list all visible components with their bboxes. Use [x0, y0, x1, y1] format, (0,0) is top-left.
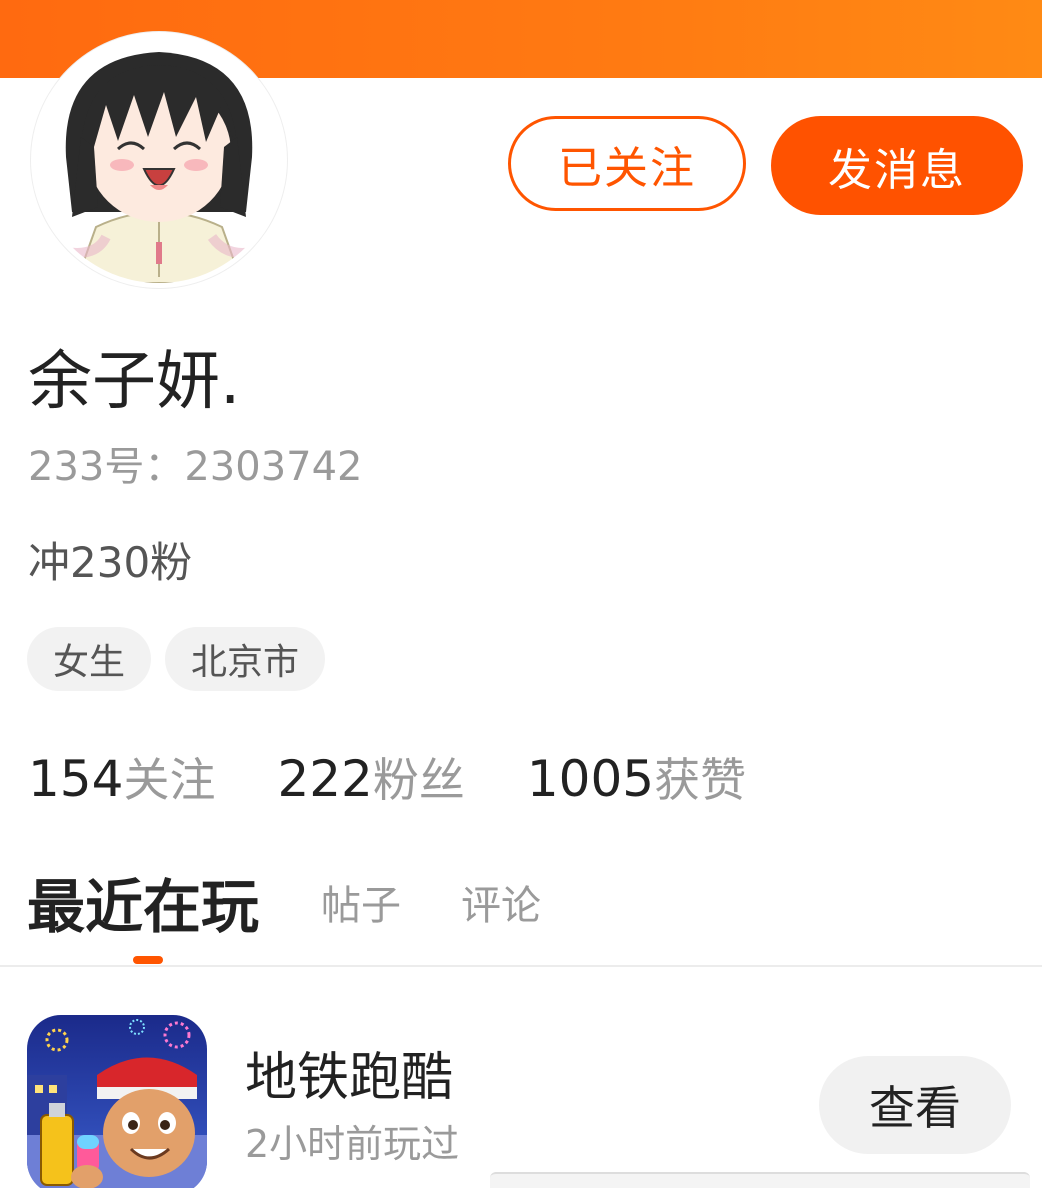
- username: 余子妍.: [28, 345, 241, 419]
- stat-following-label: 关注: [123, 753, 216, 807]
- stat-followers-label: 粉丝: [372, 753, 465, 807]
- stat-likes-label: 获赞: [654, 753, 747, 807]
- followed-button[interactable]: 已关注: [508, 116, 746, 211]
- view-game-button[interactable]: 查看: [819, 1056, 1011, 1154]
- stat-likes-count: 1005: [526, 750, 655, 808]
- game-name: 地铁跑酷: [245, 1048, 454, 1108]
- list-item[interactable]: 地铁跑酷 2小时前玩过 查看: [0, 1000, 1042, 1188]
- stat-likes[interactable]: 1005 获赞: [527, 744, 746, 810]
- profile-stats: 154 关注 222 粉丝 1005 获赞: [28, 744, 746, 810]
- profile-page: 已关注 发消息 余子妍. 233号：2303742 冲230粉 女生 北京市 1…: [0, 0, 1042, 1188]
- stat-followers[interactable]: 222 粉丝: [277, 744, 464, 810]
- user-id: 233号：2303742: [28, 444, 363, 490]
- profile-tabs: 最近在玩 帖子 评论: [27, 862, 601, 942]
- game-last-played: 2小时前玩过: [245, 1122, 460, 1166]
- tag-gender: 女生: [27, 627, 152, 691]
- tab-posts[interactable]: 帖子: [321, 873, 401, 931]
- stat-following-count: 154: [28, 750, 124, 808]
- tabs-divider: [0, 965, 1042, 967]
- bio: 冲230粉: [28, 538, 193, 587]
- send-message-button[interactable]: 发消息: [771, 116, 1023, 215]
- avatar[interactable]: [31, 32, 287, 288]
- stat-followers-count: 222: [277, 750, 373, 808]
- active-tab-indicator: [133, 956, 163, 964]
- stat-following[interactable]: 154 关注: [28, 744, 215, 810]
- tag-location: 北京市: [165, 627, 326, 691]
- profile-tags: 女生 北京市: [27, 627, 326, 691]
- tab-comments[interactable]: 评论: [461, 873, 541, 931]
- floating-card-edge: [490, 1172, 1030, 1188]
- tab-recently-played[interactable]: 最近在玩: [27, 860, 259, 944]
- subway-surfers-icon[interactable]: [27, 1015, 207, 1188]
- avatar-anime-girl-icon: [36, 37, 282, 283]
